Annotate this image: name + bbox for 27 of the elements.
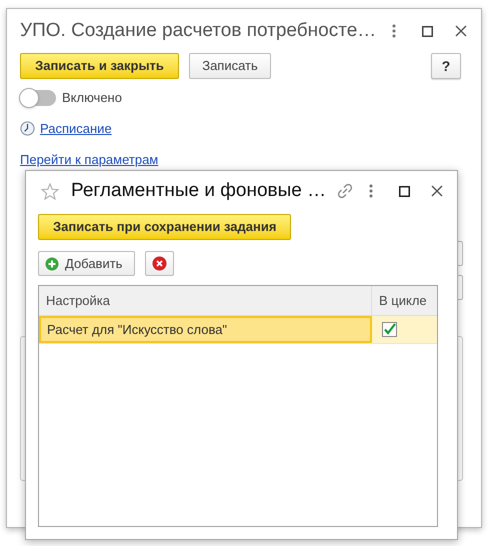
parameters-link[interactable]: Перейти к параметрам [20, 152, 158, 167]
close-icon[interactable] [455, 25, 467, 37]
save-on-task-button[interactable]: Записать при сохранении задания [38, 214, 292, 240]
delete-button[interactable] [145, 251, 174, 276]
more-icon[interactable] [369, 184, 373, 198]
dialog-title: Регламентные и фоновые … [71, 178, 328, 203]
window-title: УПО. Создание расчетов потребносте… [20, 18, 378, 43]
column-header[interactable]: В цикле [372, 286, 437, 315]
clock-icon [20, 120, 35, 136]
table-cell[interactable]: Расчет для "Искусство слова" [39, 316, 372, 343]
close-icon[interactable] [431, 185, 443, 197]
star-icon[interactable] [41, 182, 59, 200]
add-button[interactable]: Добавить [38, 251, 136, 276]
maximize-icon[interactable] [399, 186, 410, 196]
help-button[interactable]: ? [431, 53, 461, 79]
save-and-close-button[interactable]: Записать и закрыть [20, 53, 179, 79]
checkbox[interactable] [382, 322, 397, 337]
column-header[interactable]: Настройка [39, 286, 372, 315]
save-button[interactable]: Записать [189, 53, 271, 79]
maximize-icon[interactable] [422, 26, 433, 36]
schedule-link[interactable]: Расписание [40, 118, 112, 138]
delete-icon [152, 256, 168, 271]
toggle-switch[interactable] [20, 90, 56, 106]
toggle-label: Включено [62, 89, 122, 107]
more-icon[interactable] [392, 24, 396, 38]
plus-icon [45, 256, 59, 270]
link-icon[interactable] [337, 183, 353, 199]
